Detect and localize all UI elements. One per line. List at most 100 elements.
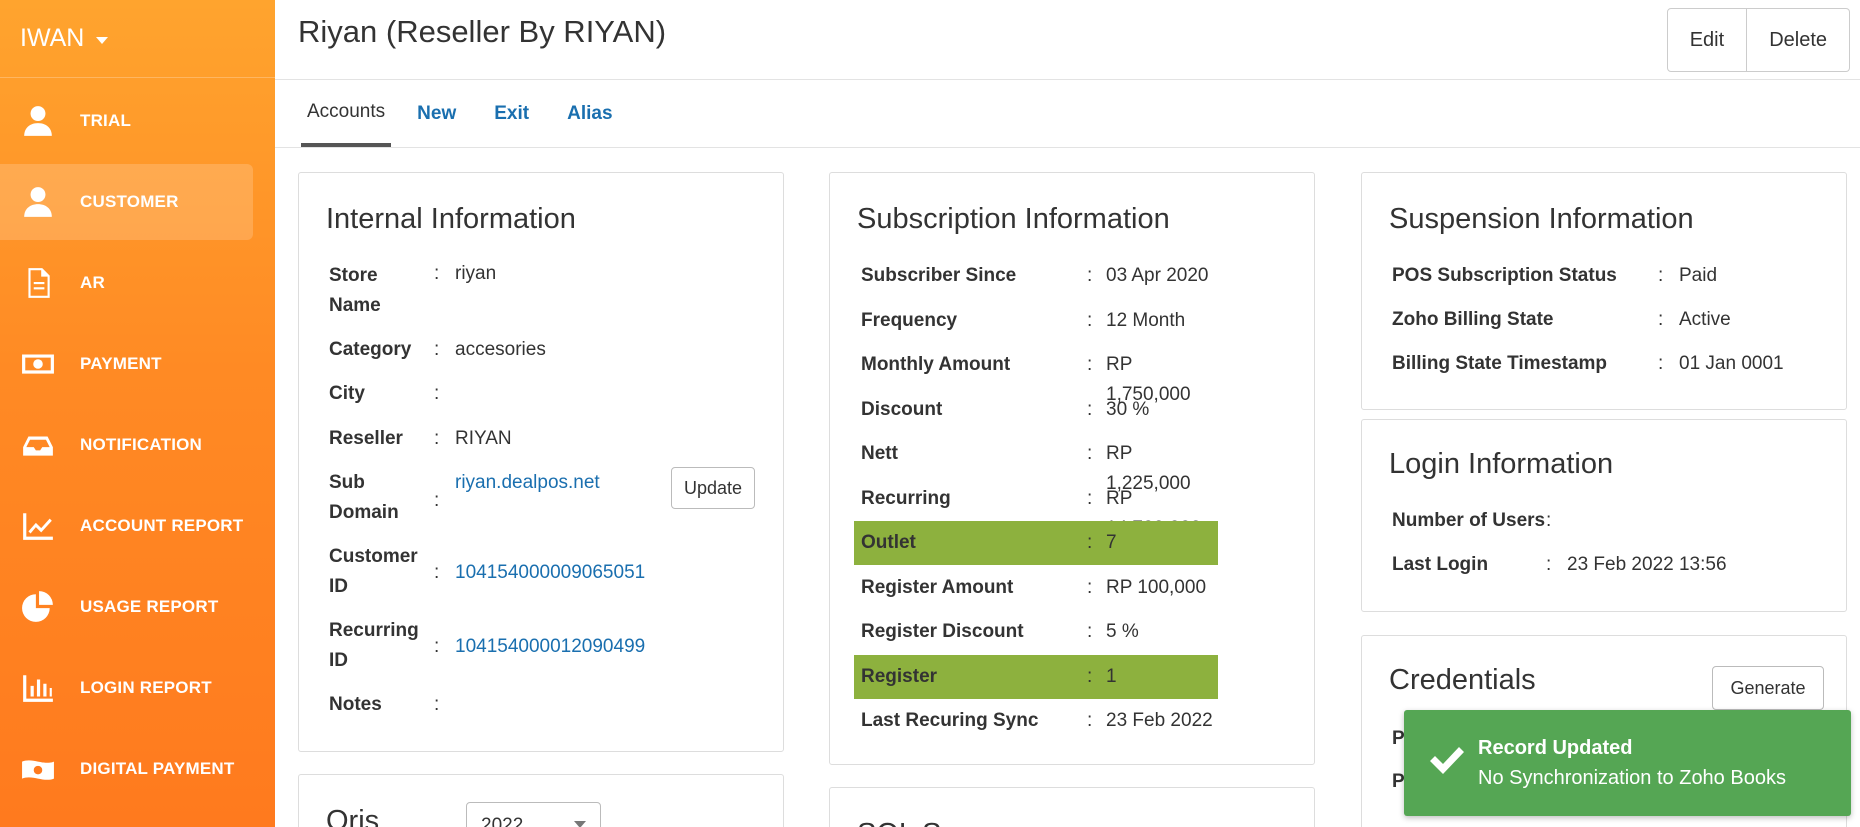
category-value: accesories [455, 339, 546, 360]
tab-new[interactable]: New [411, 80, 462, 147]
tab-exit[interactable]: Exit [488, 80, 535, 147]
field-label: Discount [861, 398, 943, 420]
field-value: 1 [1106, 665, 1117, 687]
field-value: 23 Feb 2022 13:56 [1567, 554, 1727, 575]
sidebar-item-login-report[interactable]: LOGIN REPORT [0, 650, 253, 726]
update-button[interactable]: Update [671, 467, 755, 509]
money-icon [20, 346, 56, 382]
field-label: Store [329, 265, 378, 286]
info-row: Recurring:RP 14,700,000 [854, 477, 1218, 539]
field-label: Reseller [329, 428, 403, 449]
toast-title: Record Updated [1478, 737, 1633, 759]
colon: : [1658, 265, 1664, 286]
info-row: Register Amount: RP 100,000 [854, 566, 1218, 610]
field-label: Register Amount [861, 576, 1014, 598]
sidebar-item-account-report[interactable]: ACCOUNT REPORT [0, 488, 253, 564]
sidebar-item-customer[interactable]: CUSTOMER [0, 164, 253, 240]
generate-button[interactable]: Generate [1712, 666, 1824, 710]
sidebar-item-label: USAGE REPORT [80, 597, 219, 616]
recurring-id-link[interactable]: 104154000012090499 [455, 636, 645, 658]
field-customer-id: Customer ID : 104154000009065051 [329, 542, 769, 602]
login-information-card: Login Information Number of Users: Last L… [1361, 419, 1847, 612]
subscription-information-card: Subscription Information Subscriber Sinc… [829, 172, 1315, 765]
field-label: Register [861, 665, 938, 687]
field-value: 23 Feb 2022 [1106, 710, 1213, 731]
delete-button[interactable]: Delete [1747, 8, 1850, 72]
colon: : [1087, 710, 1093, 731]
sidebar-item-label: AR [80, 273, 105, 292]
page-header: Riyan (Reseller By RIYAN) Edit Delete [275, 0, 1860, 80]
colon: : [1087, 621, 1093, 642]
colon: : [1087, 265, 1093, 286]
sidebar-item-payment[interactable]: PAYMENT [0, 326, 253, 402]
edit-button[interactable]: Edit [1666, 8, 1748, 72]
field-label: Subscriber Since [861, 265, 1017, 286]
field-label: POS Subscription Status [1392, 265, 1617, 286]
colon: : [1087, 532, 1093, 553]
field-value: Active [1679, 309, 1731, 330]
colon: : [1087, 398, 1093, 420]
colon: : [1087, 576, 1093, 598]
colon: : [1087, 487, 1093, 509]
card-title: Internal Information [326, 203, 576, 235]
field-label: Customer [329, 546, 418, 567]
inbox-icon [20, 427, 56, 463]
toast-message: No Synchronization to Zoho Books [1478, 767, 1786, 789]
field-label: Notes [329, 694, 382, 715]
subdomain-link[interactable]: riyan.dealpos.net [455, 472, 600, 494]
brand-name: IWAN [20, 24, 85, 52]
info-row: Register:1 [854, 654, 1218, 699]
field-label: Zoho Billing State [1392, 309, 1554, 330]
pie-chart-icon [20, 589, 56, 625]
brand-menu[interactable]: IWAN [0, 0, 275, 78]
sidebar-item-ar[interactable]: AR [0, 245, 253, 321]
info-row: Last Recuring Sync:23 Feb 2022 [854, 699, 1218, 743]
colon: : [434, 339, 440, 360]
sql-card: SQL S [829, 787, 1315, 827]
sidebar-item-trial[interactable]: TRIAL [0, 83, 253, 159]
info-row: Outlet:7 [854, 521, 1218, 565]
colon: : [1087, 354, 1093, 375]
field-label: Frequency [861, 309, 958, 331]
field-label: Sub [329, 472, 365, 493]
origin-card: Oris 2022 [298, 774, 784, 827]
year-select[interactable]: 2022 [466, 802, 601, 827]
sidebar-item-notification[interactable]: NOTIFICATION [0, 407, 253, 483]
credential-row-label: P [1392, 728, 1405, 749]
field-value: 7 [1106, 532, 1117, 553]
line-chart-icon [20, 508, 56, 544]
suspension-rows: POS Subscription Status: Paid Zoho Billing… [1392, 254, 1832, 394]
sql-card-label: SQL S [857, 818, 941, 827]
credential-row-label: P [1392, 771, 1405, 792]
field-value: 01 Jan 0001 [1679, 353, 1784, 374]
page-title: Riyan (Reseller By RIYAN) [298, 14, 667, 49]
field-label: Outlet [861, 532, 916, 553]
field-label: Name [329, 295, 381, 316]
info-row: POS Subscription Status: Paid [1392, 254, 1832, 298]
sidebar-nav: TRIAL CUSTOMER AR PAYMENT NOTIFICATION A… [0, 83, 275, 807]
bar-chart-icon [20, 670, 56, 706]
chevron-down-icon [574, 821, 586, 827]
field-label: ID [329, 576, 348, 597]
toast-notification[interactable]: Record Updated No Synchronization to Zoh… [1404, 710, 1851, 816]
tab-alias[interactable]: Alias [561, 80, 618, 147]
sidebar-item-label: DIGITAL PAYMENT [80, 759, 235, 778]
info-row: Discount:30 % [854, 388, 1218, 432]
card-title: Login Information [1389, 448, 1614, 480]
field-label: Domain [329, 502, 399, 523]
tab-accounts[interactable]: Accounts [301, 80, 392, 147]
field-label: ID [329, 650, 348, 671]
colon: : [1087, 443, 1093, 464]
info-row: Zoho Billing State: Active [1392, 298, 1832, 342]
card-title: Suspension Information [1389, 203, 1694, 235]
field-value: 30 % [1106, 398, 1150, 420]
field-label: Recurring [329, 620, 419, 641]
header-actions: Edit Delete [1666, 8, 1850, 72]
sidebar-item-digital-payment[interactable]: DIGITAL PAYMENT [0, 731, 253, 807]
sidebar-item-usage-report[interactable]: USAGE REPORT [0, 569, 253, 645]
customer-id-link[interactable]: 104154000009065051 [455, 562, 645, 584]
field-value: 03 Apr 2020 [1106, 265, 1209, 286]
field-label: City [329, 383, 365, 404]
sidebar-item-label: PAYMENT [80, 354, 162, 373]
info-row: Nett: RP 1,225,000 [854, 432, 1218, 494]
